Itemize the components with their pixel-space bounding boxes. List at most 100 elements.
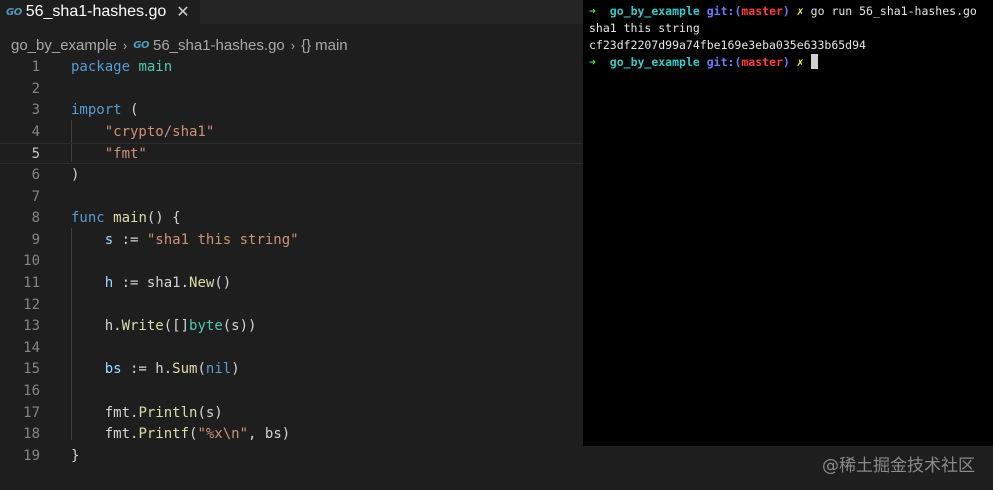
code-line[interactable]: 7 — [0, 187, 583, 208]
line-number: 3 — [31, 102, 40, 119]
code-line[interactable]: 15 bs := h.Sum(nil) — [0, 359, 583, 380]
code-text: h.Write([]byte(s)) — [71, 316, 257, 337]
code-line[interactable]: 10 — [0, 251, 583, 272]
prompt-dir: go_by_example — [609, 55, 700, 69]
code-line[interactable]: 11 h := sha1.New() — [0, 273, 583, 294]
code-token: fmt. — [71, 404, 139, 421]
prompt-arrow-icon: ➜ — [589, 4, 596, 18]
code-token: "%x\n" — [197, 426, 249, 443]
code-line[interactable]: 8 func main() { — [0, 208, 583, 229]
code-text: h := sha1.New() — [71, 273, 231, 294]
line-number: 7 — [31, 188, 40, 205]
go-file-icon: GO — [133, 39, 149, 51]
line-number: 10 — [23, 253, 40, 270]
close-icon[interactable]: ✕ — [176, 2, 189, 22]
breadcrumb-folder[interactable]: go_by_example — [11, 37, 117, 54]
code-line[interactable]: 6) — [0, 165, 583, 186]
line-number: 17 — [23, 404, 40, 421]
code-token: s — [71, 231, 114, 248]
go-file-icon: GO — [6, 6, 22, 18]
code-text: package main — [71, 57, 172, 78]
code-line[interactable]: 9 s := "sha1 this string" — [0, 230, 583, 251]
prompt-git-close: ) — [782, 4, 790, 18]
code-line[interactable]: 17 fmt.Println(s) — [0, 403, 583, 424]
code-line[interactable]: 19} — [0, 446, 583, 467]
code-line[interactable]: 5 "fmt" — [0, 143, 583, 165]
prompt-git-label: git:( — [706, 4, 742, 18]
chevron-right-icon: › — [122, 37, 128, 53]
code-token: package — [71, 59, 131, 75]
terminal-output-line: cf23df2207d99a74fbe169e3eba035e633b65d94 — [589, 38, 866, 52]
code-line[interactable]: 14 — [0, 338, 583, 359]
code-token: ) — [71, 167, 80, 183]
prompt-branch: master — [741, 4, 783, 18]
chevron-right-icon: › — [290, 37, 296, 53]
code-token: fmt. — [71, 426, 139, 443]
prompt-git-close: ) — [782, 55, 790, 69]
code-token: } — [71, 447, 80, 464]
editor-tab[interactable]: GO 56_sha1-hashes.go ✕ — [0, 0, 200, 24]
code-token: "fmt" — [71, 146, 147, 163]
code-text: s := "sha1 this string" — [71, 230, 299, 251]
code-line[interactable]: 1 package main — [0, 57, 583, 78]
breadcrumb: go_by_example › GO 56_sha1-hashes.go › {… — [0, 33, 600, 57]
prompt-branch: master — [741, 55, 783, 69]
code-token: () — [214, 275, 232, 291]
breadcrumb-symbol[interactable]: main — [315, 37, 348, 54]
code-line[interactable]: 2 — [0, 79, 583, 100]
code-text: bs := h.Sum(nil) — [71, 359, 240, 380]
code-text: "fmt" — [71, 144, 147, 165]
terminal-prompt-line: ➜ go_by_example git:(master) ✗ — [589, 54, 818, 71]
code-text: func main() { — [71, 208, 181, 229]
code-line[interactable]: 18 fmt.Printf("%x\n", bs) — [0, 424, 583, 445]
code-line[interactable]: 13 h.Write([]byte(s)) — [0, 316, 583, 337]
code-token: "crypto/sha1" — [71, 123, 215, 140]
prompt-git-label: git:( — [706, 55, 742, 69]
code-token: bs — [71, 361, 122, 378]
code-token: Sum — [172, 361, 198, 378]
code-token: nil — [205, 361, 232, 378]
code-token: ([] — [163, 318, 190, 335]
terminal-output-line: sha1 this string — [589, 21, 700, 35]
code-text: fmt.Println(s) — [71, 403, 223, 424]
code-editor[interactable]: 1 package main 2 3 import (4 "crypto/sha1" 5 … — [0, 57, 583, 490]
code-token: main — [113, 210, 147, 227]
code-token: ( — [197, 361, 206, 378]
tab-title: 56_sha1-hashes.go — [25, 3, 167, 20]
code-token: h. — [71, 318, 122, 335]
code-line[interactable]: 16 — [0, 381, 583, 402]
code-token: ) — [231, 361, 240, 378]
dirty-icon: ✗ — [796, 4, 804, 18]
code-token: byte — [189, 318, 223, 335]
code-token: func — [71, 210, 105, 227]
line-number: 15 — [23, 361, 40, 378]
line-number: 12 — [23, 296, 40, 313]
prompt-dir: go_by_example — [609, 4, 700, 18]
code-text: } — [71, 446, 79, 467]
line-number: 9 — [31, 231, 40, 248]
line-number: 19 — [23, 447, 40, 464]
prompt-arrow-icon: ➜ — [589, 55, 596, 69]
symbol-namespace-icon: {} — [301, 36, 312, 54]
terminal-panel[interactable]: ➜ go_by_example git:(master) ✗ go run 56… — [583, 0, 993, 446]
dirty-icon: ✗ — [796, 55, 804, 69]
code-token: (s)) — [222, 318, 257, 335]
code-token: Println — [138, 404, 198, 421]
code-token: := h. — [121, 361, 173, 378]
terminal-command: go run 56_sha1-hashes.go — [810, 4, 977, 18]
line-number: 8 — [31, 210, 40, 227]
code-token: Printf — [138, 426, 190, 443]
line-number: 13 — [23, 318, 40, 335]
code-token: h — [71, 275, 114, 291]
code-line[interactable]: 4 "crypto/sha1" — [0, 122, 583, 143]
code-line[interactable]: 3 import ( — [0, 100, 583, 121]
code-token: main — [130, 59, 173, 75]
breadcrumb-file[interactable]: 56_sha1-hashes.go — [153, 37, 285, 54]
code-token: () { — [146, 210, 181, 227]
code-token: , bs) — [248, 426, 291, 443]
code-text: import ( — [71, 100, 138, 121]
code-line[interactable]: 12 — [0, 295, 583, 316]
code-text: "crypto/sha1" — [71, 122, 215, 143]
code-text: fmt.Printf("%x\n", bs) — [71, 424, 290, 445]
